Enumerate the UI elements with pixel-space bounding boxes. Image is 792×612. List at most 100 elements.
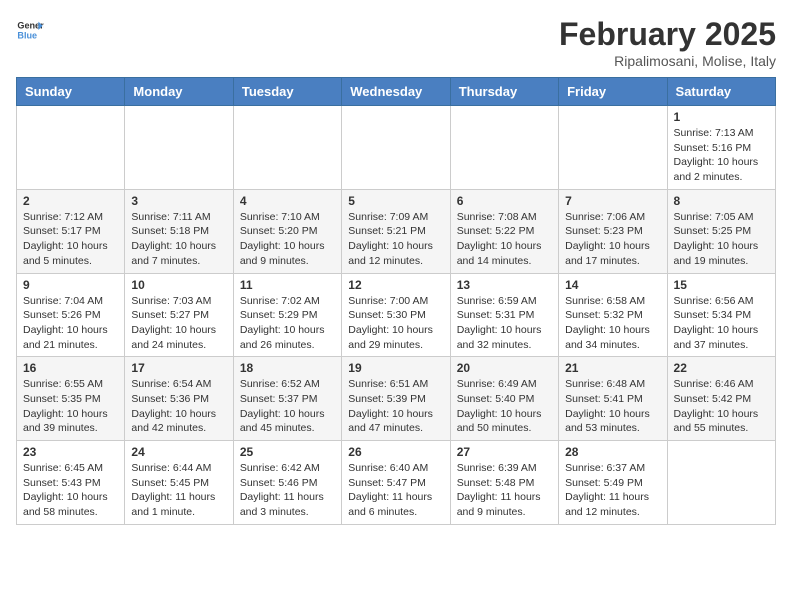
day-info: Sunrise: 7:02 AM Sunset: 5:29 PM Dayligh…: [240, 294, 335, 353]
day-info: Sunrise: 6:59 AM Sunset: 5:31 PM Dayligh…: [457, 294, 552, 353]
calendar-cell: 12 Sunrise: 7:00 AM Sunset: 5:30 PM Dayli…: [342, 273, 450, 357]
day-number: 7: [565, 194, 660, 208]
day-info: Sunrise: 7:05 AM Sunset: 5:25 PM Dayligh…: [674, 210, 769, 269]
day-info: Sunrise: 6:55 AM Sunset: 5:35 PM Dayligh…: [23, 377, 118, 436]
calendar-cell: 28Sunrise: 6:37 AM Sunset: 5:49 PM Dayli…: [559, 441, 667, 525]
day-info: Sunrise: 7:11 AM Sunset: 5:18 PM Dayligh…: [131, 210, 226, 269]
day-number: 28: [565, 445, 660, 459]
day-info: Sunrise: 7:10 AM Sunset: 5:20 PM Dayligh…: [240, 210, 335, 269]
calendar-cell: 27 Sunrise: 6:39 AM Sunset: 5:48 PM Dayli…: [450, 441, 558, 525]
day-number: 4: [240, 194, 335, 208]
day-number: 3: [131, 194, 226, 208]
week-row-5: 23 Sunrise: 6:45 AM Sunset: 5:43 PM Dayli…: [17, 441, 776, 525]
day-info: Sunrise: 6:45 AM Sunset: 5:43 PM Dayligh…: [23, 461, 118, 520]
page-header: General Blue February 2025 Ripalimosani,…: [16, 16, 776, 69]
day-info: Sunrise: 6:52 AM Sunset: 5:37 PM Dayligh…: [240, 377, 335, 436]
day-number: 6: [457, 194, 552, 208]
col-header-tuesday: Tuesday: [233, 78, 341, 106]
day-number: 19: [348, 361, 443, 375]
calendar-cell: 3 Sunrise: 7:11 AM Sunset: 5:18 PM Daylig…: [125, 189, 233, 273]
day-number: 16: [23, 361, 118, 375]
day-number: 8: [674, 194, 769, 208]
col-header-thursday: Thursday: [450, 78, 558, 106]
calendar-cell: 15Sunrise: 6:56 AM Sunset: 5:34 PM Dayli…: [667, 273, 775, 357]
col-header-friday: Friday: [559, 78, 667, 106]
calendar-header-row: SundayMondayTuesdayWednesdayThursdayFrid…: [17, 78, 776, 106]
calendar-title: February 2025: [559, 16, 776, 53]
day-number: 14: [565, 278, 660, 292]
calendar-cell: 13 Sunrise: 6:59 AM Sunset: 5:31 PM Dayli…: [450, 273, 558, 357]
day-number: 13: [457, 278, 552, 292]
title-area: February 2025 Ripalimosani, Molise, Ital…: [559, 16, 776, 69]
calendar-cell: 16 Sunrise: 6:55 AM Sunset: 5:35 PM Dayli…: [17, 357, 125, 441]
day-info: Sunrise: 6:49 AM Sunset: 5:40 PM Dayligh…: [457, 377, 552, 436]
week-row-4: 16 Sunrise: 6:55 AM Sunset: 5:35 PM Dayli…: [17, 357, 776, 441]
calendar-cell: 10Sunrise: 7:03 AM Sunset: 5:27 PM Dayli…: [125, 273, 233, 357]
day-number: 10: [131, 278, 226, 292]
day-number: 20: [457, 361, 552, 375]
calendar-cell: [233, 106, 341, 190]
calendar-cell: 2 Sunrise: 7:12 AM Sunset: 5:17 PM Daylig…: [17, 189, 125, 273]
col-header-monday: Monday: [125, 78, 233, 106]
calendar-cell: 11 Sunrise: 7:02 AM Sunset: 5:29 PM Dayli…: [233, 273, 341, 357]
calendar-cell: 4 Sunrise: 7:10 AM Sunset: 5:20 PM Daylig…: [233, 189, 341, 273]
day-info: Sunrise: 6:39 AM Sunset: 5:48 PM Dayligh…: [457, 461, 552, 520]
col-header-wednesday: Wednesday: [342, 78, 450, 106]
day-number: 23: [23, 445, 118, 459]
day-info: Sunrise: 6:56 AM Sunset: 5:34 PM Dayligh…: [674, 294, 769, 353]
day-info: Sunrise: 7:00 AM Sunset: 5:30 PM Dayligh…: [348, 294, 443, 353]
calendar-cell: 21 Sunrise: 6:48 AM Sunset: 5:41 PM Dayli…: [559, 357, 667, 441]
calendar-cell: 20 Sunrise: 6:49 AM Sunset: 5:40 PM Dayli…: [450, 357, 558, 441]
day-info: Sunrise: 7:09 AM Sunset: 5:21 PM Dayligh…: [348, 210, 443, 269]
calendar-cell: 23 Sunrise: 6:45 AM Sunset: 5:43 PM Dayli…: [17, 441, 125, 525]
day-number: 21: [565, 361, 660, 375]
day-number: 5: [348, 194, 443, 208]
day-number: 17: [131, 361, 226, 375]
day-info: Sunrise: 6:42 AM Sunset: 5:46 PM Dayligh…: [240, 461, 335, 520]
calendar-cell: [559, 106, 667, 190]
calendar-cell: 26 Sunrise: 6:40 AM Sunset: 5:47 PM Dayli…: [342, 441, 450, 525]
calendar-cell: 14 Sunrise: 6:58 AM Sunset: 5:32 PM Dayli…: [559, 273, 667, 357]
calendar-cell: 1Sunrise: 7:13 AM Sunset: 5:16 PM Daylig…: [667, 106, 775, 190]
logo-icon: General Blue: [16, 16, 44, 44]
week-row-3: 9 Sunrise: 7:04 AM Sunset: 5:26 PM Daylig…: [17, 273, 776, 357]
calendar-cell: [342, 106, 450, 190]
calendar-cell: 17 Sunrise: 6:54 AM Sunset: 5:36 PM Dayli…: [125, 357, 233, 441]
day-info: Sunrise: 6:58 AM Sunset: 5:32 PM Dayligh…: [565, 294, 660, 353]
calendar-cell: [125, 106, 233, 190]
calendar-table: SundayMondayTuesdayWednesdayThursdayFrid…: [16, 77, 776, 525]
calendar-cell: 22Sunrise: 6:46 AM Sunset: 5:42 PM Dayli…: [667, 357, 775, 441]
day-number: 26: [348, 445, 443, 459]
calendar-cell: 8 Sunrise: 7:05 AM Sunset: 5:25 PM Daylig…: [667, 189, 775, 273]
day-info: Sunrise: 6:44 AM Sunset: 5:45 PM Dayligh…: [131, 461, 226, 520]
day-number: 9: [23, 278, 118, 292]
day-info: Sunrise: 6:51 AM Sunset: 5:39 PM Dayligh…: [348, 377, 443, 436]
day-info: Sunrise: 7:04 AM Sunset: 5:26 PM Dayligh…: [23, 294, 118, 353]
calendar-cell: 7 Sunrise: 7:06 AM Sunset: 5:23 PM Daylig…: [559, 189, 667, 273]
calendar-cell: [450, 106, 558, 190]
calendar-cell: 24 Sunrise: 6:44 AM Sunset: 5:45 PM Dayli…: [125, 441, 233, 525]
col-header-sunday: Sunday: [17, 78, 125, 106]
week-row-1: 1Sunrise: 7:13 AM Sunset: 5:16 PM Daylig…: [17, 106, 776, 190]
calendar-cell: [667, 441, 775, 525]
day-number: 1: [674, 110, 769, 124]
day-number: 25: [240, 445, 335, 459]
calendar-cell: 19 Sunrise: 6:51 AM Sunset: 5:39 PM Dayli…: [342, 357, 450, 441]
col-header-saturday: Saturday: [667, 78, 775, 106]
day-info: Sunrise: 6:54 AM Sunset: 5:36 PM Dayligh…: [131, 377, 226, 436]
day-number: 18: [240, 361, 335, 375]
logo: General Blue: [16, 16, 44, 44]
day-info: Sunrise: 7:12 AM Sunset: 5:17 PM Dayligh…: [23, 210, 118, 269]
day-number: 11: [240, 278, 335, 292]
day-number: 24: [131, 445, 226, 459]
day-number: 12: [348, 278, 443, 292]
day-number: 2: [23, 194, 118, 208]
day-info: Sunrise: 6:40 AM Sunset: 5:47 PM Dayligh…: [348, 461, 443, 520]
calendar-cell: 18 Sunrise: 6:52 AM Sunset: 5:37 PM Dayli…: [233, 357, 341, 441]
day-info: Sunrise: 7:06 AM Sunset: 5:23 PM Dayligh…: [565, 210, 660, 269]
day-number: 27: [457, 445, 552, 459]
calendar-cell: 9 Sunrise: 7:04 AM Sunset: 5:26 PM Daylig…: [17, 273, 125, 357]
calendar-cell: 6Sunrise: 7:08 AM Sunset: 5:22 PM Daylig…: [450, 189, 558, 273]
calendar-subtitle: Ripalimosani, Molise, Italy: [559, 53, 776, 69]
day-info: Sunrise: 6:48 AM Sunset: 5:41 PM Dayligh…: [565, 377, 660, 436]
